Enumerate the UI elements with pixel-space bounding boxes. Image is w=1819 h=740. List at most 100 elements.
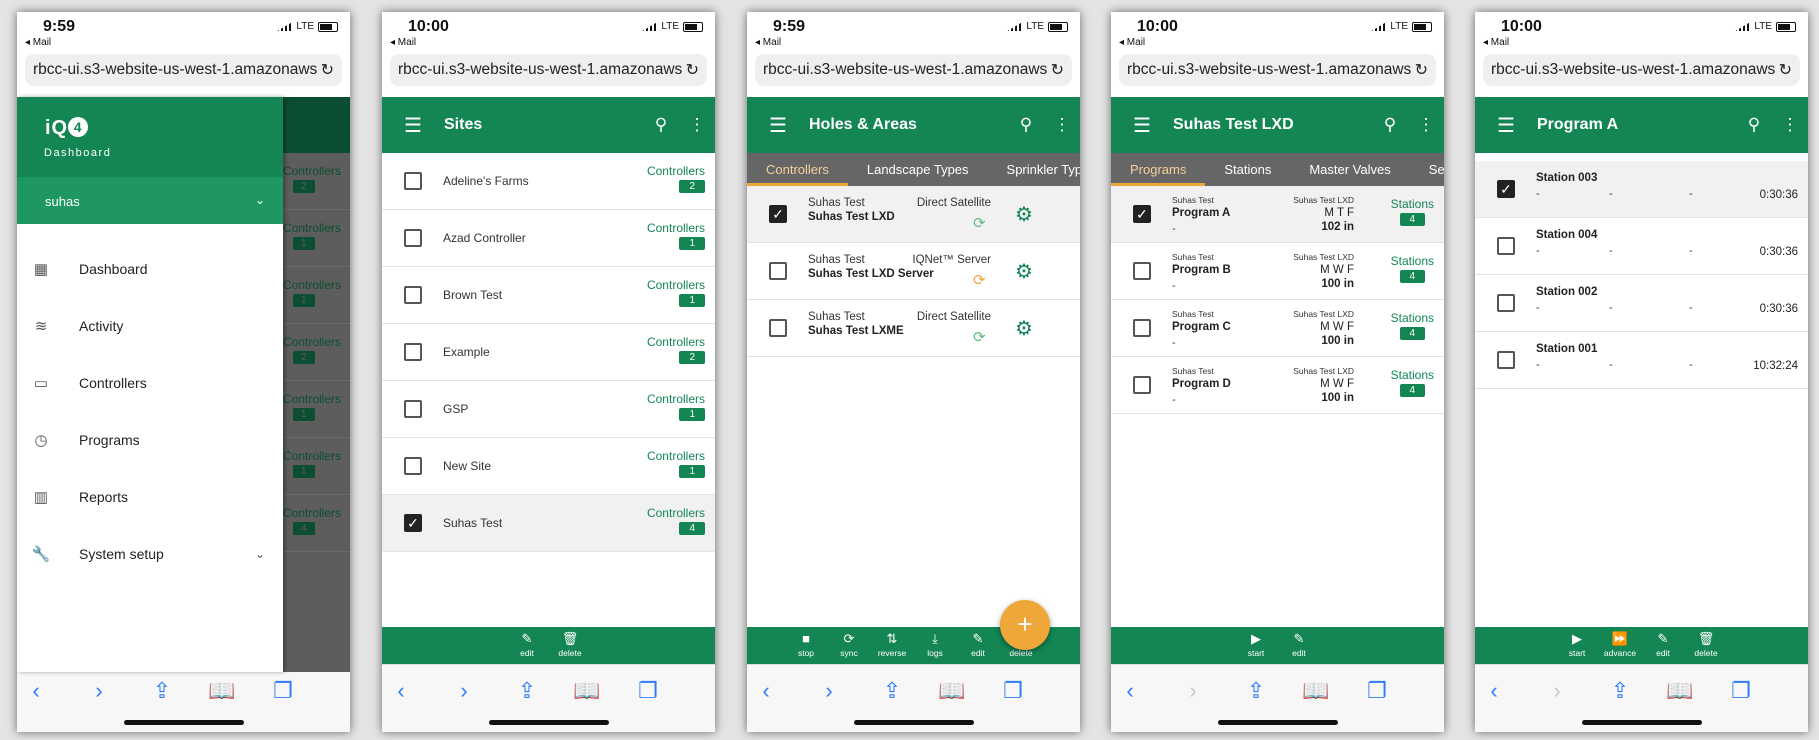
reload-icon[interactable]: ↻ [1779,60,1792,80]
drawer-item-system-setup[interactable]: 🔧 System setup ⌄ [17,525,283,582]
stations-link[interactable]: Stations 4 [1391,368,1434,397]
checkbox-checked[interactable]: ✓ [1133,205,1151,223]
checkbox[interactable] [1497,351,1515,369]
gear-icon[interactable]: ⚙ [1015,202,1033,227]
sync-button[interactable]: ⟳ sync [833,627,866,664]
bookmarks-icon[interactable]: 📖 [937,678,967,704]
tabs-icon[interactable]: ❐ [633,678,663,704]
more-vert-icon[interactable]: ⋮ [1772,115,1808,135]
tab-master-valves[interactable]: Master Valves [1290,153,1409,186]
program-row[interactable]: Suhas Test Program B - Suhas Test LXD M W F 1… [1111,243,1444,300]
site-row[interactable]: New Site Controllers 1 [382,438,715,495]
share-icon[interactable]: ⇪ [1605,678,1635,704]
drawer-item-controllers[interactable]: ▭ Controllers [17,354,283,411]
checkbox[interactable] [404,229,422,247]
share-icon[interactable]: ⇪ [1241,678,1271,704]
program-row[interactable]: Suhas Test Program D - Suhas Test LXD M W F 1… [1111,357,1444,414]
add-fab-button[interactable]: + [1000,600,1050,650]
stations-link[interactable]: Stations 4 [1391,254,1434,283]
more-vert-icon[interactable]: ⋮ [1408,115,1444,135]
search-icon[interactable]: ⚲ [1736,115,1772,135]
tab-stations[interactable]: Stations [1205,153,1290,186]
back-icon[interactable]: ‹ [1479,678,1509,704]
forward-icon[interactable]: › [449,678,479,704]
controller-row[interactable]: Suhas Test Suhas Test LXD Server IQNet™ Se… [747,243,1080,300]
controller-row[interactable]: ✓ Suhas Test Suhas Test LXD Direct Satellit… [747,186,1080,243]
checkbox[interactable] [769,319,787,337]
controllers-link[interactable]: Controllers 4 [647,506,705,535]
gear-icon[interactable]: ⚙ [1015,316,1033,341]
drawer-item-activity[interactable]: ≋ Activity [17,297,283,354]
reload-icon[interactable]: ↻ [686,60,699,80]
reload-icon[interactable]: ↻ [1415,60,1428,80]
tab-controllers[interactable]: Controllers [747,153,848,186]
url-bar[interactable]: rbcc-ui.s3-website-us-west-1.amazonaws.c… [1119,54,1436,86]
back-icon[interactable]: ‹ [751,678,781,704]
url-bar[interactable]: rbcc-ui.s3-website-us-west-1.amazonaws.c… [755,54,1072,86]
tabs-icon[interactable]: ❐ [268,678,298,704]
drawer-item-reports[interactable]: ▥ Reports [17,468,283,525]
forward-icon[interactable]: › [1178,678,1208,704]
logs-button[interactable]: ⤓ logs [919,627,952,664]
station-row[interactable]: Station 002- - -0:30:36 [1475,275,1808,332]
reverse-button[interactable]: ⇅ reverse [876,627,909,664]
site-row[interactable]: Example Controllers 2 [382,324,715,381]
tabs-icon[interactable]: ❐ [998,678,1028,704]
edit-button[interactable]: ✎ edit [1283,627,1316,664]
station-row[interactable]: ✓ Station 003- - -0:30:36 [1475,161,1808,218]
share-icon[interactable]: ⇪ [512,678,542,704]
search-icon[interactable]: ⚲ [1008,115,1044,135]
reload-icon[interactable]: ↻ [321,60,334,80]
scrim-overlay[interactable]: Controllers 2 Controllers 1 Controllers 1 Cont… [283,97,350,672]
search-icon[interactable]: ⚲ [643,115,679,135]
back-to-mail[interactable]: ◂ Mail [1483,37,1509,48]
checkbox[interactable] [404,400,422,418]
delete-button[interactable]: 🗑 delete [1690,627,1723,664]
controller-row[interactable]: Suhas Test Suhas Test LXME Direct Satellit… [747,300,1080,357]
checkbox-checked[interactable]: ✓ [1497,180,1515,198]
gear-icon[interactable]: ⚙ [1015,259,1033,284]
start-button[interactable]: ▶ start [1561,627,1594,664]
tab-se[interactable]: Se [1410,153,1444,186]
checkbox-checked[interactable]: ✓ [769,205,787,223]
bookmarks-icon[interactable]: 📖 [1301,678,1331,704]
site-row[interactable]: Azad Controller Controllers 1 [382,210,715,267]
site-row[interactable]: ✓ Suhas Test Controllers 4 [382,495,715,552]
bookmarks-icon[interactable]: 📖 [1665,678,1695,704]
station-row[interactable]: Station 001- - -10:32:24 [1475,332,1808,389]
controllers-link[interactable]: Controllers 1 [647,449,705,478]
stations-link[interactable]: Stations 4 [1391,197,1434,226]
checkbox[interactable] [1133,262,1151,280]
tab-landscape-types[interactable]: Landscape Types [848,153,988,186]
bookmarks-icon[interactable]: 📖 [572,678,602,704]
checkbox[interactable] [404,286,422,304]
drawer-item-programs[interactable]: ◷ Programs [17,411,283,468]
hamburger-menu-icon[interactable]: ☰ [1497,113,1517,138]
forward-icon[interactable]: › [1542,678,1572,704]
more-vert-icon[interactable]: ⋮ [679,115,715,135]
url-bar[interactable]: rbcc-ui.s3-website-us-west-1.amazonaws.c… [1483,54,1800,86]
checkbox-checked[interactable]: ✓ [404,514,422,532]
back-to-mail[interactable]: ◂ Mail [25,37,51,48]
station-row[interactable]: Station 004- - -0:30:36 [1475,218,1808,275]
controllers-link[interactable]: Controllers 2 [647,335,705,364]
checkbox[interactable] [769,262,787,280]
edit-button[interactable]: ✎ edit [1647,627,1680,664]
url-bar[interactable]: rbcc-ui.s3-website-us-west-1.amazonaws.c… [25,54,342,86]
site-row[interactable]: GSP Controllers 1 [382,381,715,438]
advance-button[interactable]: ⏩ advance [1604,627,1637,664]
edit-button[interactable]: ✎ edit [511,627,544,664]
back-to-mail[interactable]: ◂ Mail [1119,37,1145,48]
checkbox[interactable] [404,343,422,361]
site-row[interactable]: Adeline's Farms Controllers 2 [382,153,715,210]
bookmarks-icon[interactable]: 📖 [207,678,237,704]
back-icon[interactable]: ‹ [386,678,416,704]
back-to-mail[interactable]: ◂ Mail [390,37,416,48]
checkbox[interactable] [1133,319,1151,337]
controllers-link[interactable]: Controllers 2 [647,164,705,193]
tab-programs[interactable]: Programs [1111,153,1206,186]
program-row[interactable]: ✓ Suhas Test Program A - Suhas Test LXD M T F… [1111,186,1444,243]
back-icon[interactable]: ‹ [1115,678,1145,704]
checkbox[interactable] [404,457,422,475]
site-row[interactable]: Brown Test Controllers 1 [382,267,715,324]
